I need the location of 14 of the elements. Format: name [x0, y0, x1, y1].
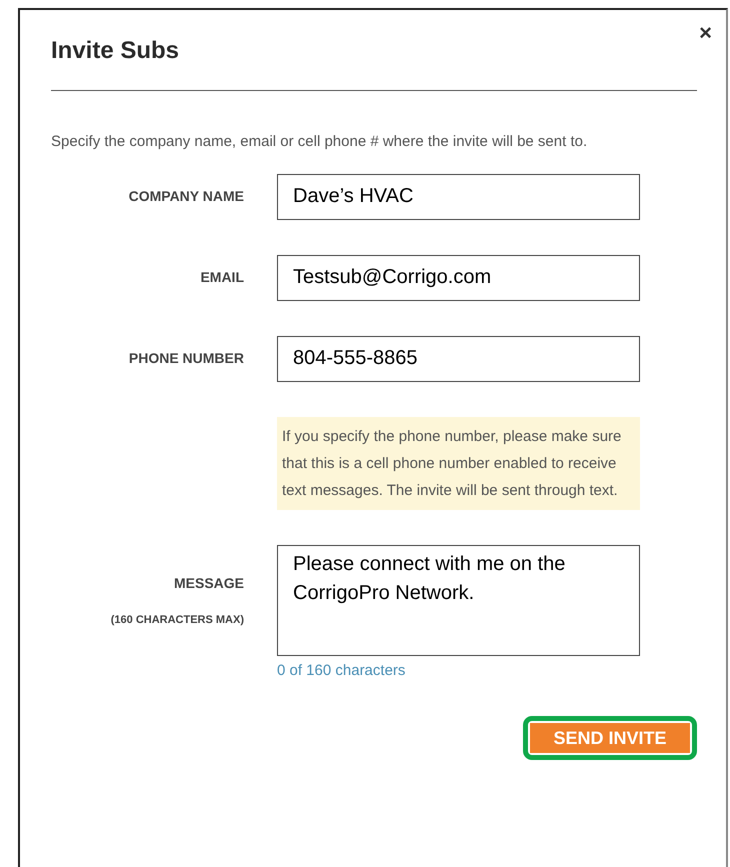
text-field[interactable]: Dave’s HVAC [277, 174, 640, 220]
message-label: MESSAGE [174, 574, 244, 592]
intro-text: Specify the company name, email or cell phone # where the invite will be sent to. [51, 132, 588, 152]
character-counter: 0 of 160 characters [277, 660, 406, 680]
text-field[interactable]: 804-555-8865 [277, 336, 640, 382]
field-label: PHONE NUMBER [128, 349, 244, 368]
close-button[interactable]: × [699, 22, 712, 44]
field-label: EMAIL [199, 268, 244, 287]
message-field[interactable]: Please connect with me on the CorrigoPro Network. [277, 544, 640, 656]
text-field[interactable]: Testsub@Corrigo.com [277, 254, 640, 300]
dialog-title: Invite Subs [51, 36, 180, 66]
field-label: COMPANY NAME [128, 187, 244, 206]
phone-note: If you specify the phone number, please make sure that this is a cell phone number enabled to receive text messages. The invite will be sent through text. [277, 416, 640, 510]
message-limit-label: (160 CHARACTERS MAX) [110, 612, 244, 628]
